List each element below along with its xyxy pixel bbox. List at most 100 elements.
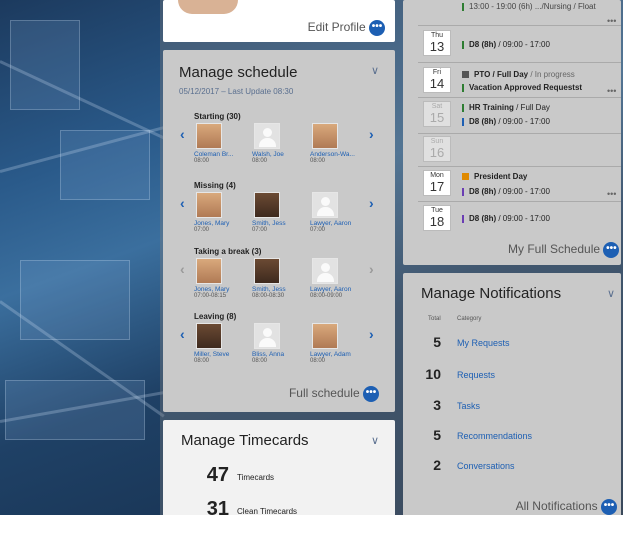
section-label: Starting (30): [194, 112, 241, 121]
person-name: Bliss, Anna: [252, 351, 285, 358]
timecards-label[interactable]: Timecards: [237, 473, 274, 482]
person-card[interactable]: Walsh, Joe 08:00: [252, 123, 308, 164]
person-name: Jones, Mary: [194, 286, 230, 293]
row-divider: [418, 133, 621, 134]
more-horizontal-icon[interactable]: •••: [607, 189, 616, 199]
my-full-schedule-label: My Full Schedule: [508, 242, 601, 257]
more-dots-icon[interactable]: •••: [369, 20, 385, 36]
tasks-link[interactable]: Tasks: [457, 401, 480, 411]
person-card[interactable]: Lawyer, Aaron 07:00: [310, 192, 366, 233]
person-card[interactable]: Jones, Mary 07:00-08:15: [194, 258, 250, 299]
person-photo: [254, 258, 280, 284]
next-arrow-icon[interactable]: ›: [369, 195, 374, 211]
row-divider: [418, 25, 621, 26]
person-card[interactable]: Jones, Mary 07:00: [194, 192, 250, 233]
person-card[interactable]: Smith, Jess 08:00-08:30: [252, 258, 308, 299]
chevron-down-icon[interactable]: ∨: [371, 434, 379, 447]
requests-link[interactable]: Requests: [457, 370, 495, 380]
person-card[interactable]: Bliss, Anna 08:00: [252, 323, 308, 364]
chevron-down-icon[interactable]: ∨: [607, 287, 615, 300]
person-photo: [196, 192, 222, 218]
manage-notifications-card: Manage Notifications ∨ Total Category 5 …: [403, 273, 621, 520]
calendar-event[interactable]: D8 (8h) / 09:00 - 17:00: [462, 214, 550, 223]
notification-count: 3: [433, 397, 441, 413]
person-card[interactable]: Lawyer, Adam 08:00: [310, 323, 366, 364]
prev-arrow-icon[interactable]: ‹: [180, 126, 185, 142]
next-arrow-icon[interactable]: ›: [369, 326, 374, 342]
section-label: Taking a break (3): [194, 247, 262, 256]
total-header: Total: [428, 316, 441, 322]
notification-count: 2: [433, 457, 441, 473]
day-box[interactable]: Tue 18: [423, 205, 451, 231]
day-box[interactable]: Mon 17: [423, 170, 451, 196]
section-label: Missing (4): [194, 181, 236, 190]
top-event[interactable]: 13:00 - 19:00 (6h) .../Nursing / Float: [462, 2, 596, 11]
calendar-event[interactable]: PTO / Full Day / In progress: [462, 70, 575, 79]
person-name: Coleman Br...: [194, 151, 234, 158]
my-full-schedule-link[interactable]: My Full Schedule •••: [508, 242, 620, 258]
person-photo: [312, 323, 338, 349]
full-schedule-link[interactable]: Full schedule •••: [289, 386, 379, 402]
person-photo: [196, 323, 222, 349]
calendar-event[interactable]: D8 (8h) / 09:00 - 17:00: [462, 40, 550, 49]
person-photo: [254, 192, 280, 218]
person-name: Miller, Steve: [194, 351, 230, 358]
timecards-title: Manage Timecards: [181, 432, 309, 449]
person-time: 08:00: [252, 358, 268, 364]
person-name: Walsh, Joe: [252, 151, 284, 158]
edit-profile-label: Edit Profile: [307, 20, 366, 35]
all-notifications-link[interactable]: All Notifications •••: [516, 499, 617, 515]
calendar-event[interactable]: President Day: [462, 172, 527, 181]
profile-card: Edit Profile •••: [163, 0, 395, 42]
person-name: Smith, Jess: [252, 286, 286, 293]
person-photo: [196, 123, 222, 149]
row-divider: [418, 166, 621, 167]
manage-timecards-card: Manage Timecards ∨ 47 Timecards 31 Clean…: [163, 420, 395, 520]
prev-arrow-icon[interactable]: ‹: [180, 195, 185, 211]
day-box[interactable]: Sat 15: [423, 101, 451, 127]
prev-arrow-icon[interactable]: ‹: [180, 326, 185, 342]
person-name: Lawyer, Aaron: [310, 286, 352, 293]
person-time: 08:00: [310, 158, 326, 164]
next-arrow-icon[interactable]: ›: [369, 261, 374, 277]
person-time: 07:00: [310, 227, 326, 233]
calendar-event[interactable]: D8 (8h) / 09:00 - 17:00: [462, 187, 550, 196]
person-card[interactable]: Lawyer, Aaron 08:00-09:00: [310, 258, 366, 299]
more-horizontal-icon[interactable]: •••: [607, 86, 616, 96]
day-box[interactable]: Sun 16: [423, 136, 451, 162]
person-time: 08:00: [252, 158, 268, 164]
category-header: Category: [457, 316, 482, 322]
person-time: 08:00-09:00: [310, 293, 343, 299]
person-card[interactable]: Coleman Br... 08:00: [194, 123, 250, 164]
calendar-event[interactable]: Vacation Approved Requestst: [462, 83, 582, 92]
person-card[interactable]: Smith, Jess 07:00: [252, 192, 308, 233]
person-name: Lawyer, Aaron: [310, 220, 352, 227]
my-requests-link[interactable]: My Requests: [457, 338, 510, 348]
person-time: 07:00-08:15: [194, 293, 227, 299]
day-number: 15: [429, 110, 445, 125]
calendar-event[interactable]: D8 (8h) / 09:00 - 17:00: [462, 117, 550, 126]
person-name: Jones, Mary: [194, 220, 230, 227]
conversations-link[interactable]: Conversations: [457, 461, 515, 471]
edit-profile-link[interactable]: Edit Profile •••: [308, 20, 385, 36]
calendar-event[interactable]: HR Training / Full Day: [462, 103, 550, 112]
day-box[interactable]: Thu 13: [423, 30, 451, 56]
prev-arrow-icon[interactable]: ‹: [180, 261, 185, 277]
person-time: 08:00-08:30: [252, 293, 285, 299]
profile-avatar: [178, 0, 238, 14]
person-time: 08:00: [194, 158, 210, 164]
more-dots-icon[interactable]: •••: [603, 242, 620, 258]
more-dots-icon[interactable]: •••: [601, 499, 617, 515]
user-placeholder-icon: [254, 123, 280, 149]
section-label: Leaving (8): [194, 312, 237, 321]
person-card[interactable]: Anderson-Wa... 08:00: [310, 123, 366, 164]
next-arrow-icon[interactable]: ›: [369, 126, 374, 142]
recommendations-link[interactable]: Recommendations: [457, 431, 532, 441]
day-box[interactable]: Fri 14: [423, 67, 451, 93]
chevron-down-icon[interactable]: ∨: [371, 64, 379, 77]
person-card[interactable]: Miller, Steve 08:00: [194, 323, 250, 364]
person-name: Smith, Jess: [252, 220, 286, 227]
notification-count: 10: [425, 366, 441, 382]
more-dots-icon[interactable]: •••: [363, 386, 379, 402]
user-placeholder-icon: [312, 192, 338, 218]
